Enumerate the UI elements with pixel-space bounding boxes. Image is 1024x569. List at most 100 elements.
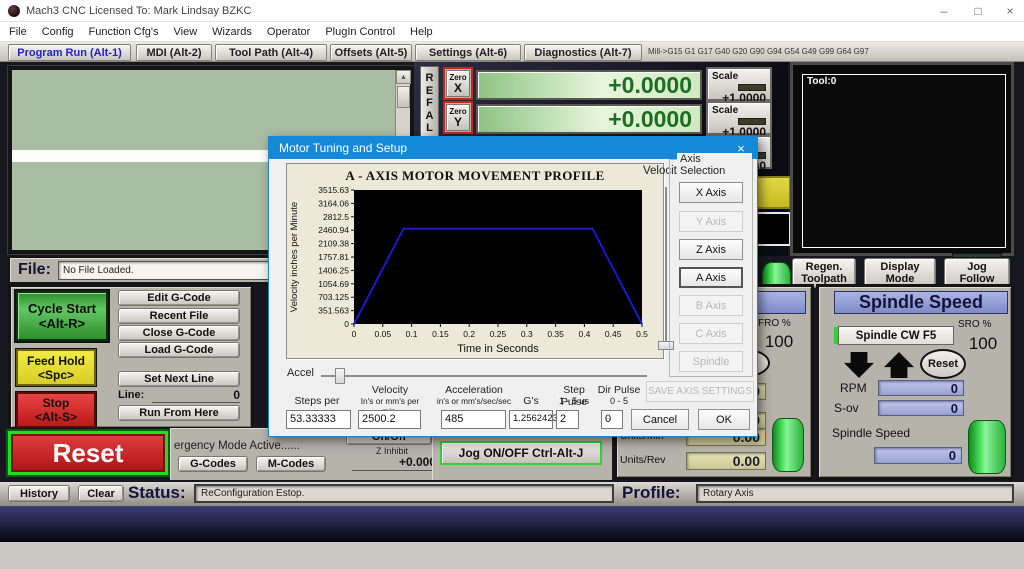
dialog-title: Motor Tuning and Setup bbox=[279, 141, 408, 155]
spindle-led-cylinder bbox=[968, 420, 1006, 474]
svg-text:351.563: 351.563 bbox=[318, 306, 349, 316]
cycle-start-button[interactable]: Cycle Start <Alt-R> bbox=[16, 291, 108, 341]
feed-hold-button[interactable]: Feed Hold <Spc> bbox=[16, 349, 96, 386]
dir-pulse-sublabel: 0 - 5 bbox=[609, 396, 628, 406]
tab-settings[interactable]: Settings (Alt-6) bbox=[415, 44, 521, 61]
steps-per-label: Steps per bbox=[294, 395, 340, 407]
set-next-line-button[interactable]: Set Next Line bbox=[118, 371, 240, 387]
sov-label: S-ov bbox=[834, 401, 859, 415]
mach3-main-window: Mach3 CNC Licensed To: Mark Lindsay BZKC… bbox=[0, 0, 1024, 569]
feedrate-led-cylinder bbox=[772, 418, 804, 472]
svg-text:1054.69: 1054.69 bbox=[318, 279, 349, 289]
svg-text:Velocity inches per Minute: Velocity inches per Minute bbox=[289, 202, 300, 312]
y-axis-dro[interactable]: +0.0000 bbox=[476, 104, 702, 134]
steps-per-input[interactable]: 53.33333 bbox=[286, 410, 351, 429]
zero-x-button[interactable]: Zero X bbox=[443, 67, 473, 100]
gs-label: G's bbox=[523, 395, 539, 407]
reset-button[interactable]: Reset bbox=[8, 431, 168, 475]
rpm-label: RPM bbox=[840, 381, 867, 395]
cancel-button[interactable]: Cancel bbox=[631, 409, 689, 430]
tab-tool-path[interactable]: Tool Path (Alt-4) bbox=[215, 44, 327, 61]
scrollbar-thumb[interactable] bbox=[397, 86, 410, 108]
menu-plugin-control[interactable]: PlugIn Control bbox=[325, 26, 395, 38]
minimize-button[interactable]: – bbox=[928, 0, 960, 22]
svg-text:2812.5: 2812.5 bbox=[323, 212, 349, 222]
z-inhibit-value[interactable]: +0.000 bbox=[352, 455, 436, 471]
menu-bar: File Config Function Cfg's View Wizards … bbox=[0, 22, 1024, 42]
clear-button[interactable]: Clear bbox=[78, 485, 124, 502]
a-axis-button[interactable]: A Axis bbox=[679, 267, 743, 288]
acceleration-field-label: Acceleration bbox=[445, 384, 503, 396]
axis-letter: X bbox=[453, 81, 462, 95]
sro-reset-button[interactable]: Reset bbox=[920, 349, 966, 379]
accel-slider-track[interactable] bbox=[321, 375, 647, 377]
sov-value[interactable]: 0 bbox=[878, 400, 964, 416]
step-pulse-input[interactable]: 2 bbox=[556, 410, 579, 429]
run-from-here-button[interactable]: Run From Here bbox=[118, 405, 240, 421]
accel-slider-thumb[interactable] bbox=[335, 368, 345, 384]
svg-text:0.4: 0.4 bbox=[578, 329, 590, 339]
toolpath-frame bbox=[802, 74, 1006, 248]
y-scale-box[interactable]: Scale +1.0000 bbox=[706, 101, 772, 139]
x-scale-box[interactable]: Scale +1.0000 bbox=[706, 67, 772, 105]
velocity-input[interactable]: 2500.2 bbox=[358, 410, 421, 429]
x-axis-button[interactable]: X Axis bbox=[679, 182, 743, 203]
tab-program-run[interactable]: Program Run (Alt-1) bbox=[8, 44, 131, 61]
ref-letter: R bbox=[425, 72, 434, 84]
svg-text:1406.25: 1406.25 bbox=[318, 265, 349, 275]
tab-mdi[interactable]: MDI (Alt-2) bbox=[136, 44, 212, 61]
load-gcode-button[interactable]: Load G-Code bbox=[118, 342, 240, 358]
button-label: Feed Hold bbox=[26, 353, 85, 368]
close-button[interactable]: × bbox=[996, 0, 1024, 22]
spindle-cw-button[interactable]: Spindle CW F5 bbox=[838, 326, 954, 345]
svg-text:0.5: 0.5 bbox=[636, 329, 648, 339]
menu-function-cfgs[interactable]: Function Cfg's bbox=[89, 26, 159, 38]
button-hotkey: <Alt-S> bbox=[34, 410, 77, 424]
zero-y-button[interactable]: Zero Y bbox=[443, 101, 473, 134]
z-axis-button[interactable]: Z Axis bbox=[679, 239, 743, 260]
units-rev-value[interactable]: 0.00 bbox=[686, 452, 766, 470]
toolpath-display[interactable]: Tool:0 bbox=[790, 62, 1014, 256]
acceleration-input[interactable]: 485 bbox=[441, 410, 506, 429]
scroll-up-icon[interactable]: ▲ bbox=[396, 70, 411, 84]
ok-button[interactable]: OK bbox=[698, 409, 750, 430]
edit-gcode-button[interactable]: Edit G-Code bbox=[118, 290, 240, 306]
axis-selection-title: Axis Selection bbox=[677, 153, 752, 177]
menu-help[interactable]: Help bbox=[410, 26, 433, 38]
line-number-field[interactable]: 0 bbox=[152, 388, 240, 403]
line-label: Line: bbox=[118, 389, 145, 401]
menu-operator[interactable]: Operator bbox=[267, 26, 310, 38]
scale-label: Scale bbox=[712, 71, 739, 82]
tab-offsets[interactable]: Offsets (Alt-5) bbox=[330, 44, 412, 61]
y-axis-button: Y Axis bbox=[679, 211, 743, 232]
status-label: Status: bbox=[128, 483, 186, 502]
dir-pulse-input[interactable]: 0 bbox=[601, 410, 623, 429]
tab-diagnostics[interactable]: Diagnostics (Alt-7) bbox=[524, 44, 642, 61]
menu-view[interactable]: View bbox=[174, 26, 198, 38]
recent-file-button[interactable]: Recent File bbox=[118, 308, 240, 324]
maximize-button[interactable]: □ bbox=[962, 0, 994, 22]
sro-value: 100 bbox=[968, 334, 998, 353]
jog-onoff-button[interactable]: Jog ON/OFF Ctrl-Alt-J bbox=[440, 441, 602, 465]
motor-profile-chart: 3515.63 3164.06 2812.5 2460.94 2109.38 1757.8… bbox=[289, 186, 648, 355]
file-label: File: bbox=[18, 261, 51, 278]
svg-text:1757.81: 1757.81 bbox=[318, 252, 349, 262]
velocity-slider-track[interactable] bbox=[665, 187, 667, 347]
x-axis-dro[interactable]: +0.0000 bbox=[476, 70, 702, 100]
mcodes-button[interactable]: M-Codes bbox=[256, 456, 326, 472]
menu-file[interactable]: File bbox=[9, 26, 27, 38]
svg-text:0: 0 bbox=[352, 329, 357, 339]
stop-button[interactable]: Stop <Alt-S> bbox=[16, 392, 96, 428]
svg-text:0: 0 bbox=[344, 319, 349, 329]
menu-config[interactable]: Config bbox=[42, 26, 74, 38]
spindle-speed-value[interactable]: 0 bbox=[874, 447, 962, 464]
dir-pulse-label: Dir Pulse bbox=[597, 384, 641, 396]
gcodes-button[interactable]: G-Codes bbox=[178, 456, 248, 472]
spindle-axis-button: Spindle bbox=[679, 351, 743, 372]
rpm-value[interactable]: 0 bbox=[878, 380, 964, 396]
close-gcode-button[interactable]: Close G-Code bbox=[118, 325, 240, 341]
history-button[interactable]: History bbox=[8, 485, 70, 502]
menu-wizards[interactable]: Wizards bbox=[212, 26, 252, 38]
svg-text:2109.38: 2109.38 bbox=[318, 239, 349, 249]
ref-letter: A bbox=[425, 109, 434, 122]
